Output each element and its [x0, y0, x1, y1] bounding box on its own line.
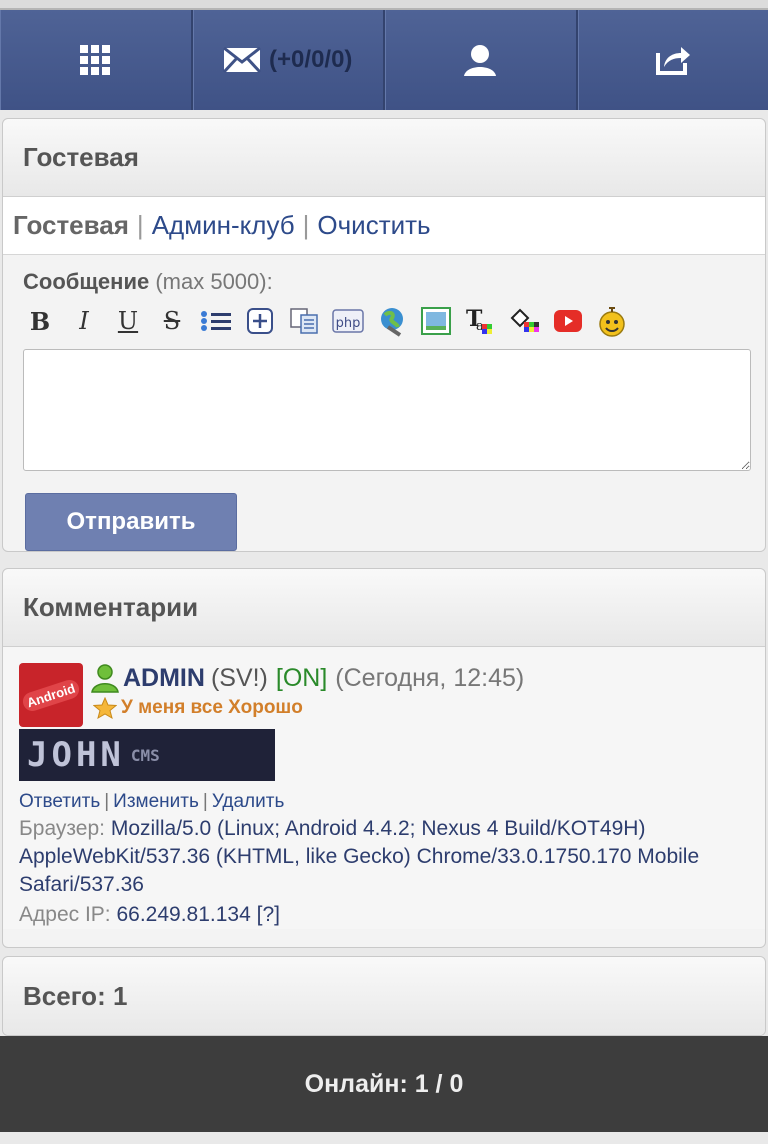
- edit-link[interactable]: Изменить: [113, 791, 199, 812]
- nav-menu-button[interactable]: [0, 10, 193, 110]
- comments-title: Комментарии: [3, 569, 765, 647]
- banner-title: JOHN: [27, 735, 125, 775]
- user-online-icon: [91, 664, 119, 693]
- browser-value: Mozilla/5.0 (Linux; Android 4.4.2; Nexus…: [19, 817, 700, 896]
- top-bar: (+0/0/0): [0, 0, 768, 110]
- crumb-current: Гостевая: [13, 210, 129, 240]
- italic-icon[interactable]: I: [67, 305, 101, 337]
- user-rights: (SV!): [210, 663, 268, 692]
- strikethrough-icon[interactable]: S: [155, 305, 189, 337]
- ip-value[interactable]: 66.249.81.134: [116, 903, 250, 926]
- avatar-text: Android: [20, 677, 82, 713]
- comment-user-block: ADMIN (SV!) [ON] (Сегодня, 12:45) У меня…: [89, 663, 524, 719]
- comment-actions: Ответить | Изменить | Удалить: [19, 791, 747, 813]
- clear-link[interactable]: Очистить: [317, 210, 430, 241]
- signature-banner: JOHN CMS: [19, 729, 275, 781]
- grid-icon: [80, 45, 111, 75]
- banner-subtitle: CMS: [130, 745, 160, 765]
- text-color-icon[interactable]: Ta: [463, 305, 497, 337]
- user-nick[interactable]: ADMIN: [123, 664, 205, 693]
- mail-icon: [223, 47, 262, 73]
- browser-info: Браузер: Mozilla/5.0 (Linux; Android 4.4…: [19, 815, 747, 899]
- comment-item: Android ADMIN (SV!) [ON] (Сегодня, 12:45…: [3, 647, 765, 929]
- main-nav: (+0/0/0): [0, 10, 768, 110]
- breadcrumb: Гостевая | Админ-клуб | Очистить: [3, 197, 765, 255]
- user-status: У меня все Хорошо: [89, 697, 524, 719]
- url-icon[interactable]: [375, 305, 409, 337]
- guestbook-title: Гостевая: [3, 119, 765, 197]
- total-panel: Всего: 1: [2, 956, 766, 1036]
- share-icon: [655, 47, 690, 75]
- mail-counter: (+0/0/0): [269, 46, 353, 73]
- underline-icon[interactable]: U: [111, 305, 145, 337]
- online-status: [ON]: [275, 663, 328, 692]
- ip-info: Адрес IP: 66.249.81.134 [?]: [19, 901, 747, 929]
- admin-club-link[interactable]: Админ-клуб: [152, 210, 295, 241]
- action-separator: |: [202, 791, 208, 812]
- star-icon: [93, 697, 117, 719]
- comments-panel: Комментарии Android ADMIN (SV!) [ON] (Се…: [2, 568, 766, 948]
- php-icon[interactable]: php: [331, 305, 365, 337]
- user-icon: [464, 45, 497, 76]
- message-limit: (max 5000):: [155, 269, 273, 294]
- avatar[interactable]: Android: [19, 663, 83, 727]
- youtube-icon[interactable]: [551, 305, 585, 337]
- smiles-icon[interactable]: [595, 305, 629, 337]
- bold-icon[interactable]: B: [23, 305, 57, 337]
- guestbook-panel: Гостевая Гостевая | Админ-клуб | Очистит…: [2, 118, 766, 552]
- user-status-text: У меня все Хорошо: [121, 697, 303, 718]
- comment-time: (Сегодня, 12:45): [335, 663, 525, 692]
- message-label-text: Сообщение: [23, 269, 150, 294]
- ip-help-link[interactable]: [?]: [257, 903, 280, 926]
- total-count: Всего: 1: [3, 957, 765, 1035]
- nav-profile-button[interactable]: [385, 10, 578, 110]
- copy-icon[interactable]: [287, 305, 321, 337]
- bg-color-icon[interactable]: [507, 305, 541, 337]
- comment-header: Android ADMIN (SV!) [ON] (Сегодня, 12:45…: [19, 663, 747, 727]
- action-separator: |: [104, 791, 110, 812]
- bbcode-toolbar: B I U S php Ta: [23, 301, 747, 341]
- crumb-separator: |: [136, 210, 144, 240]
- delete-link[interactable]: Удалить: [212, 791, 285, 812]
- image-icon[interactable]: [419, 305, 453, 337]
- message-form: Сообщение (max 5000): B I U S php T a От…: [3, 255, 765, 551]
- nav-mail-button[interactable]: (+0/0/0): [193, 10, 385, 110]
- ip-label: Адрес IP:: [19, 903, 111, 926]
- svg-text:php: php: [336, 316, 361, 331]
- nav-exit-button[interactable]: [578, 10, 768, 110]
- spoiler-icon[interactable]: [243, 305, 277, 337]
- list-icon[interactable]: [199, 305, 233, 337]
- browser-label: Браузер:: [19, 817, 105, 840]
- message-textarea[interactable]: [23, 349, 751, 471]
- reply-link[interactable]: Ответить: [19, 791, 100, 812]
- crumb-separator: |: [302, 210, 310, 240]
- online-counter: Онлайн: 1 / 0: [0, 1036, 768, 1132]
- message-label: Сообщение (max 5000):: [23, 269, 747, 295]
- send-button[interactable]: Отправить: [25, 493, 237, 551]
- comment-userline: ADMIN (SV!) [ON] (Сегодня, 12:45): [89, 663, 524, 693]
